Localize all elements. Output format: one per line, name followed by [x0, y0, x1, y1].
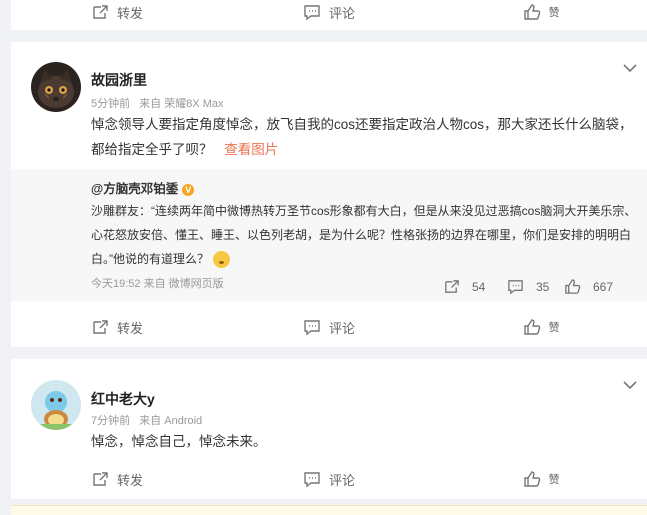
chevron-down-icon [623, 381, 637, 390]
repost-label: 转发 [116, 5, 143, 21]
prev-post-card: 转发 评论 赞 [11, 0, 647, 30]
quoted-comment-count[interactable]: 35 [507, 278, 549, 295]
post-card-2: 红中老大y 7分钟前 来自 Android 悼念，悼念自己，悼念未来。 转发 评… [11, 359, 647, 499]
comment-label: 评论 [328, 5, 355, 21]
chevron-down-icon [623, 64, 637, 73]
like-count: 667 [593, 279, 614, 294]
repost-icon [93, 472, 108, 486]
comment-button[interactable]: 评论 [223, 461, 435, 497]
quoted-body: 沙雕群友：“连续两年简中微博热转万圣节cos形象都有大白，但是从来没见过恶搞co… [91, 204, 637, 266]
post2-actions: 转发 评论 赞 [11, 461, 647, 497]
thinking-emoji-icon [213, 251, 230, 269]
quoted-text: 沙雕群友：“连续两年简中微博热转万圣节cos形象都有大白，但是从来没见过恶搞co… [91, 199, 639, 271]
repost-button[interactable]: 转发 [11, 309, 223, 345]
verified-badge-icon: V [182, 183, 195, 196]
quoted-like-count[interactable]: 667 [564, 278, 613, 295]
thumbs-up-icon [523, 4, 540, 20]
thumbs-up-icon [523, 319, 540, 335]
post-source: 来自 荣耀8X Max [139, 98, 224, 110]
like-button[interactable]: 赞 [435, 0, 647, 30]
post-card-1: 故园浙里 5分钟前 来自 荣耀8X Max 悼念领导人要指定角度悼念，放飞自我的… [11, 42, 647, 347]
repost-label: 转发 [116, 320, 143, 336]
view-image-link[interactable]: 查看图片 [224, 142, 278, 157]
post-menu-caret[interactable] [623, 377, 637, 390]
repost-icon [93, 5, 108, 19]
post-menu-caret[interactable] [623, 60, 637, 73]
username[interactable]: 红中老大y [91, 389, 155, 409]
quoted-author[interactable]: @方脑壳邓铂鋈 V [91, 178, 195, 197]
post-body: 悼念领导人要指定角度悼念，放飞自我的cos还要指定政治人物cos，那大家还长什么… [91, 117, 633, 157]
repost-button[interactable]: 转发 [11, 0, 223, 30]
comment-icon [304, 320, 320, 336]
like-label: 赞 [548, 474, 560, 486]
quoted-meta: 今天19:52 来自 微博网页版 [91, 278, 224, 290]
comment-icon [304, 472, 320, 488]
repost-count: 54 [472, 279, 486, 294]
comment-count: 35 [536, 279, 550, 294]
post-text: 悼念，悼念自己，悼念未来。 [91, 434, 267, 449]
comment-label: 评论 [328, 472, 355, 488]
repost-icon [445, 280, 459, 293]
post-source: 来自 Android [139, 415, 203, 427]
post-meta: 7分钟前 来自 Android [91, 412, 208, 428]
like-label: 赞 [548, 322, 560, 334]
repost-button[interactable]: 转发 [11, 461, 223, 497]
squirtle-avatar-icon [31, 380, 81, 430]
quoted-repost-count[interactable]: 54 [443, 278, 485, 295]
comment-button[interactable]: 评论 [223, 0, 435, 30]
like-label: 赞 [548, 7, 560, 19]
username[interactable]: 故园浙里 [91, 70, 147, 90]
post-time[interactable]: 7分钟前 [91, 415, 130, 427]
repost-label: 转发 [116, 472, 143, 488]
post-text: 悼念领导人要指定角度悼念，放飞自我的cos还要指定政治人物cos，那大家还长什么… [91, 112, 636, 162]
comment-label: 评论 [328, 320, 355, 336]
avatar[interactable] [31, 380, 81, 430]
quoted-author-name[interactable]: @方脑壳邓铂鋈 [91, 182, 178, 196]
like-button[interactable]: 赞 [435, 461, 647, 497]
post-time[interactable]: 5分钟前 [91, 98, 130, 110]
avatar[interactable] [31, 62, 81, 112]
post1-actions: 转发 评论 赞 [11, 309, 647, 345]
comment-icon [508, 280, 523, 295]
repost-icon [93, 320, 108, 334]
thumbs-up-icon [565, 279, 581, 294]
post-meta: 5分钟前 来自 荣耀8X Max [91, 95, 230, 111]
thumbs-up-icon [523, 471, 540, 487]
comment-button[interactable]: 评论 [223, 309, 435, 345]
prev-post-actions: 转发 评论 赞 [11, 0, 647, 30]
like-button[interactable]: 赞 [435, 309, 647, 345]
comment-icon [304, 5, 320, 21]
quoted-post[interactable]: @方脑壳邓铂鋈 V 沙雕群友：“连续两年简中微博热转万圣节cos形象都有大白，但是… [11, 169, 647, 301]
cat-avatar-icon [31, 62, 81, 112]
